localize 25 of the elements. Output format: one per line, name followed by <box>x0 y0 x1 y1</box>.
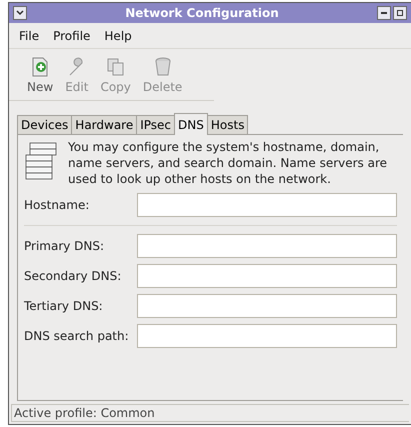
input-field[interactable] <box>137 264 397 288</box>
minimize-icon[interactable] <box>377 6 391 20</box>
input-field[interactable] <box>137 193 397 217</box>
menu-item[interactable]: File <box>19 26 40 44</box>
field-label: Tertiary DNS: <box>24 298 104 315</box>
field-label: DNS search path: <box>24 328 130 345</box>
window-menu-icon[interactable] <box>13 6 27 20</box>
input-field[interactable] <box>137 294 397 318</box>
tab[interactable]: Hosts <box>206 115 248 135</box>
field-label: Primary DNS: <box>24 238 106 255</box>
window-title: Network Configuration <box>124 5 280 22</box>
input-field[interactable] <box>137 324 397 348</box>
tab[interactable]: Devices <box>17 115 72 135</box>
status-bar: Active profile: Common <box>11 404 409 422</box>
field-label: Secondary DNS: <box>24 268 122 285</box>
tab[interactable]: Hardware <box>71 115 138 135</box>
tab[interactable]: IPsec <box>136 115 176 135</box>
maximize-icon[interactable] <box>393 6 407 20</box>
menu-item[interactable]: Profile <box>53 26 90 44</box>
menu-item[interactable]: Help <box>104 26 132 44</box>
tab[interactable]: DNS <box>174 113 208 135</box>
description-text: You may configure the system's hostname, domain, name servers, and search domain. Name servers are used to look up other hosts on the network. <box>68 139 388 187</box>
field-label: Hostname: <box>24 197 90 214</box>
toolbar-button[interactable]: New <box>27 56 54 96</box>
input-field[interactable] <box>137 234 397 258</box>
